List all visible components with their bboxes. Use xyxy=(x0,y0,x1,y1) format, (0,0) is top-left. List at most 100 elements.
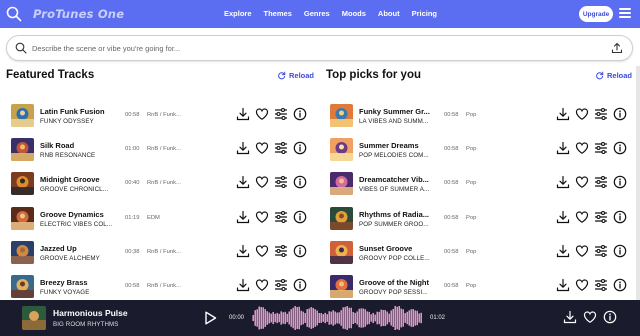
download-icon[interactable] xyxy=(236,175,250,189)
track-artist[interactable]: ELECTRIC VIBES COL... xyxy=(40,221,112,228)
info-icon[interactable] xyxy=(293,141,307,155)
heart-icon[interactable] xyxy=(575,244,589,258)
download-icon[interactable] xyxy=(556,141,570,155)
track-title[interactable]: Rhythms of Radia... xyxy=(359,210,429,219)
track-artist[interactable]: GROOVE CHRONICL... xyxy=(40,186,108,193)
track-row[interactable]: Funky Summer Gr... LA VIBES AND SUMM... … xyxy=(320,100,640,134)
track-row[interactable]: Summer Dreams POP MELODIES COM... 00:58 … xyxy=(320,134,640,168)
heart-icon[interactable] xyxy=(583,310,597,324)
track-title[interactable]: Sunset Groove xyxy=(359,244,412,253)
track-artist[interactable]: GROOVE ALCHEMY xyxy=(40,255,100,262)
track-title[interactable]: Silk Road xyxy=(40,141,74,150)
track-row[interactable]: Silk Road RNB RESONANCE 01:00 RnB / Funk… xyxy=(0,134,320,168)
track-title[interactable]: Dreamcatcher Vib... xyxy=(359,175,429,184)
search-input[interactable]: Describe the scene or vibe you're going … xyxy=(6,35,633,61)
track-artwork[interactable] xyxy=(330,172,353,196)
reload-button[interactable]: Reload xyxy=(595,71,632,80)
info-icon[interactable] xyxy=(293,175,307,189)
track-artist[interactable]: VIBES OF SUMMER A... xyxy=(359,186,429,193)
info-icon[interactable] xyxy=(613,244,627,258)
sliders-icon[interactable] xyxy=(274,175,288,189)
track-title[interactable]: Groove of the Night xyxy=(359,278,429,287)
info-icon[interactable] xyxy=(613,278,627,292)
info-icon[interactable] xyxy=(603,310,617,324)
scrollbar[interactable] xyxy=(636,66,640,300)
play-icon[interactable] xyxy=(203,310,218,326)
track-artwork[interactable] xyxy=(11,172,34,196)
heart-icon[interactable] xyxy=(575,210,589,224)
info-icon[interactable] xyxy=(293,210,307,224)
menu-icon[interactable] xyxy=(619,8,631,18)
sliders-icon[interactable] xyxy=(594,107,608,121)
track-row[interactable]: Dreamcatcher Vib... VIBES OF SUMMER A...… xyxy=(320,168,640,202)
sliders-icon[interactable] xyxy=(594,210,608,224)
info-icon[interactable] xyxy=(293,278,307,292)
track-title[interactable]: Latin Funk Fusion xyxy=(40,107,105,116)
info-icon[interactable] xyxy=(613,210,627,224)
track-artwork[interactable] xyxy=(11,104,34,127)
track-row[interactable]: Rhythms of Radia... POP SUMMER GROO... 0… xyxy=(320,203,640,237)
track-artist[interactable]: GROOVY POP SESSI... xyxy=(359,289,428,296)
download-icon[interactable] xyxy=(556,107,570,121)
track-artwork[interactable] xyxy=(11,275,34,298)
heart-icon[interactable] xyxy=(575,107,589,121)
track-artist[interactable]: FUNKY VOYAGE xyxy=(40,289,89,296)
track-artwork[interactable] xyxy=(330,240,353,264)
download-icon[interactable] xyxy=(556,278,570,292)
info-icon[interactable] xyxy=(293,244,307,258)
heart-icon[interactable] xyxy=(255,141,269,155)
track-row[interactable]: Latin Funk Fusion FUNKY ODYSSEY 00:58 Rn… xyxy=(0,100,320,134)
nav-genres[interactable]: Genres xyxy=(304,9,330,18)
track-artwork[interactable] xyxy=(11,138,34,162)
sliders-icon[interactable] xyxy=(274,141,288,155)
track-artist[interactable]: FUNKY ODYSSEY xyxy=(40,118,94,125)
track-artist[interactable]: POP SUMMER GROO... xyxy=(359,221,429,228)
sliders-icon[interactable] xyxy=(594,175,608,189)
reload-button[interactable]: Reload xyxy=(277,71,314,80)
heart-icon[interactable] xyxy=(575,175,589,189)
download-icon[interactable] xyxy=(236,210,250,224)
nav-themes[interactable]: Themes xyxy=(264,9,292,18)
heart-icon[interactable] xyxy=(255,244,269,258)
download-icon[interactable] xyxy=(236,107,250,121)
nav-explore[interactable]: Explore xyxy=(224,9,252,18)
sliders-icon[interactable] xyxy=(274,278,288,292)
info-icon[interactable] xyxy=(613,141,627,155)
track-artist[interactable]: RNB RESONANCE xyxy=(40,152,95,159)
sliders-icon[interactable] xyxy=(594,244,608,258)
sliders-icon[interactable] xyxy=(274,244,288,258)
download-icon[interactable] xyxy=(556,175,570,189)
track-row[interactable]: Midnight Groove GROOVE CHRONICL... 00:40… xyxy=(0,168,320,202)
track-title[interactable]: Breezy Brass xyxy=(40,278,88,287)
sliders-icon[interactable] xyxy=(594,278,608,292)
info-icon[interactable] xyxy=(613,107,627,121)
info-icon[interactable] xyxy=(613,175,627,189)
heart-icon[interactable] xyxy=(255,107,269,121)
download-icon[interactable] xyxy=(236,278,250,292)
download-icon[interactable] xyxy=(563,310,577,324)
track-artwork[interactable] xyxy=(330,206,353,230)
download-icon[interactable] xyxy=(556,210,570,224)
track-artwork[interactable] xyxy=(330,275,353,298)
heart-icon[interactable] xyxy=(255,210,269,224)
track-row[interactable]: Sunset Groove GROOVY POP COLLE... 00:58 … xyxy=(320,237,640,271)
waveform[interactable] xyxy=(252,306,422,330)
download-icon[interactable] xyxy=(236,244,250,258)
track-title[interactable]: Summer Dreams xyxy=(359,141,419,150)
track-artist[interactable]: GROOVY POP COLLE... xyxy=(359,255,430,262)
track-title[interactable]: Midnight Groove xyxy=(40,175,100,184)
heart-icon[interactable] xyxy=(575,141,589,155)
info-icon[interactable] xyxy=(293,107,307,121)
track-artist[interactable]: LA VIBES AND SUMM... xyxy=(359,118,428,125)
nav-moods[interactable]: Moods xyxy=(342,9,366,18)
track-title[interactable]: Funky Summer Gr... xyxy=(359,107,430,116)
heart-icon[interactable] xyxy=(255,175,269,189)
download-icon[interactable] xyxy=(236,141,250,155)
track-title[interactable]: Groove Dynamics xyxy=(40,210,104,219)
upgrade-button[interactable]: Upgrade xyxy=(579,6,613,22)
upload-icon[interactable] xyxy=(611,42,623,54)
track-row[interactable]: Jazzed Up GROOVE ALCHEMY 00:38 RnB / Fun… xyxy=(0,237,320,271)
sliders-icon[interactable] xyxy=(274,210,288,224)
track-artwork[interactable] xyxy=(330,138,353,162)
nav-about[interactable]: About xyxy=(378,9,400,18)
